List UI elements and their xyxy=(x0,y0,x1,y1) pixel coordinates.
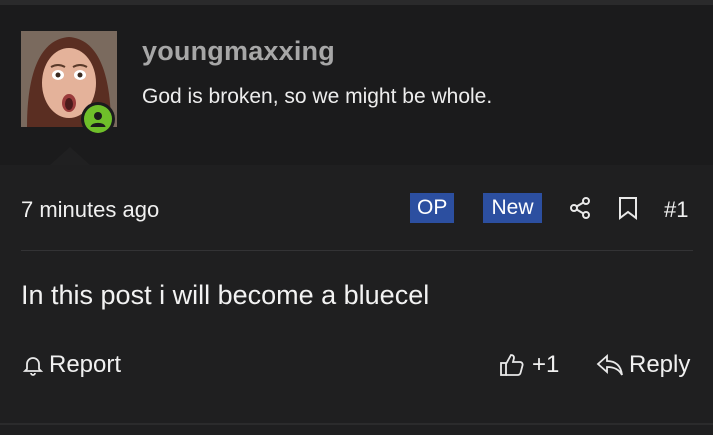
reply-arrow-icon xyxy=(595,352,625,378)
post-body-text: In this post i will become a bluecel xyxy=(21,280,430,310)
user-online-icon xyxy=(84,105,112,133)
report-label: Report xyxy=(49,351,122,378)
like-button[interactable]: +1 xyxy=(498,351,559,379)
like-count: +1 xyxy=(532,351,560,378)
post-timestamp[interactable]: 7 minutes ago xyxy=(21,197,159,223)
bell-icon xyxy=(21,353,45,377)
post-number-link[interactable]: #1 xyxy=(664,197,688,223)
post-meta: 7 minutes ago OP New #1 xyxy=(21,188,693,232)
thumbs-up-icon xyxy=(498,351,526,379)
meta-divider xyxy=(21,250,693,251)
bookmark-icon[interactable] xyxy=(615,195,641,221)
new-badge: New xyxy=(483,193,542,223)
header-pointer xyxy=(50,147,90,165)
share-icon[interactable] xyxy=(567,195,593,221)
author-header: youngmaxxing God is broken, so we might … xyxy=(0,5,713,165)
online-status-badge xyxy=(81,102,115,136)
author-signature: God is broken, so we might be whole. xyxy=(142,85,493,108)
reply-label: Reply xyxy=(629,351,691,378)
report-button[interactable]: Report xyxy=(21,351,121,379)
reply-button[interactable]: Reply xyxy=(595,351,690,379)
op-badge: OP xyxy=(410,193,454,223)
post-actions: Report +1 Reply xyxy=(21,347,693,387)
forum-post: youngmaxxing God is broken, so we might … xyxy=(0,5,713,435)
post-bottom-border xyxy=(0,423,713,425)
author-username[interactable]: youngmaxxing xyxy=(142,36,335,67)
